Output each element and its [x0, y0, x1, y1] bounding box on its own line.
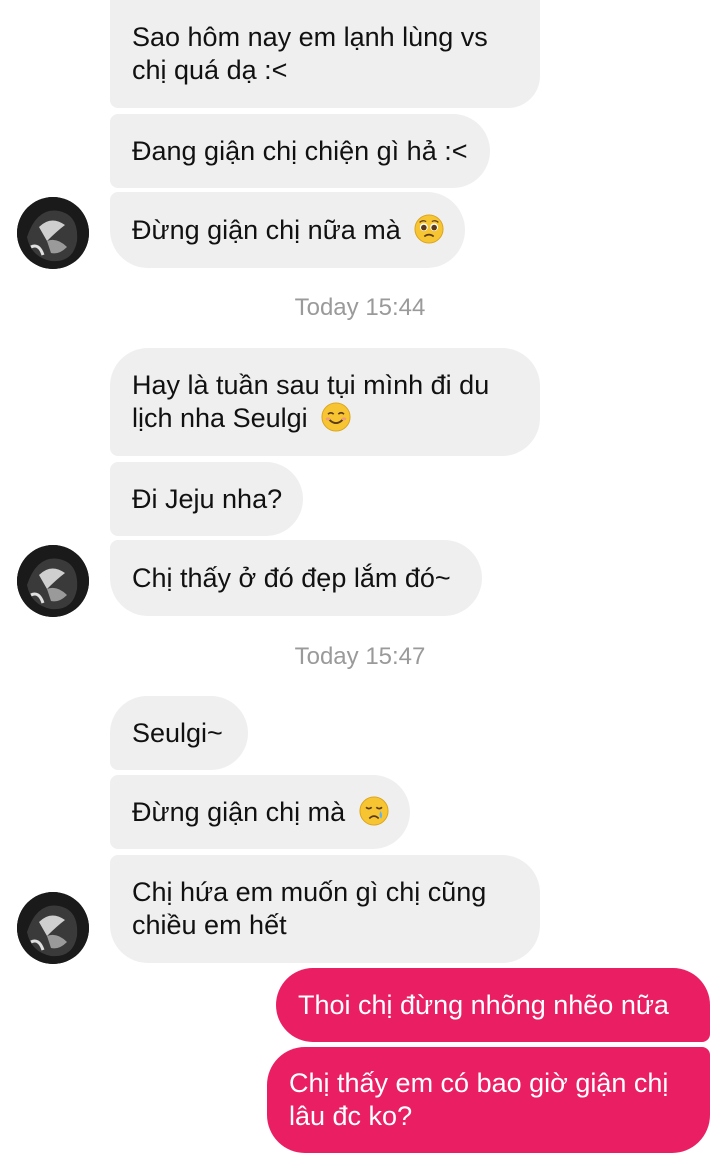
pleading-face-icon: [414, 213, 444, 244]
avatar-image: [17, 892, 89, 964]
message-text: chiều em hết: [132, 910, 287, 940]
incoming-message[interactable]: Đừng giận chị nữa mà: [110, 192, 465, 268]
avatar-image: [17, 197, 89, 269]
message-text: lịch nha Seulgi: [132, 403, 308, 433]
message-text: chị quá dạ :<: [132, 55, 288, 85]
message-text: Đang giận chị chiện gì hả :<: [132, 135, 468, 166]
message-text: Chị thấy ở đó đẹp lắm đó~: [132, 562, 451, 593]
outgoing-message[interactable]: Thoi chị đừng nhõng nhẽo nữa: [276, 968, 710, 1042]
incoming-message[interactable]: Chị hứa em muốn gì chị cũng chiều em hết: [110, 855, 540, 963]
message-text: Chị hứa em muốn gì chị cũng: [132, 877, 487, 907]
incoming-message[interactable]: Đừng giận chị mà: [110, 775, 410, 849]
crying-face-icon: [359, 795, 389, 826]
contact-avatar[interactable]: [17, 545, 89, 617]
message-text: Sao hôm nay em lạnh lùng vs: [132, 22, 488, 52]
incoming-message[interactable]: Sao hôm nay em lạnh lùng vs chị quá dạ :…: [110, 0, 540, 108]
message-text: Thoi chị đừng nhõng nhẽo nữa: [298, 989, 669, 1020]
message-text: Seulgi~: [132, 717, 223, 748]
incoming-message[interactable]: Hay là tuần sau tụi mình đi du lịch nha …: [110, 348, 540, 456]
contact-avatar[interactable]: [17, 197, 89, 269]
message-text: lâu đc ko?: [289, 1101, 413, 1131]
message-text: Đừng giận chị nữa mà: [132, 214, 401, 245]
incoming-message[interactable]: Đang giận chị chiện gì hả :<: [110, 114, 490, 188]
contact-avatar[interactable]: [17, 892, 89, 964]
avatar-image: [17, 545, 89, 617]
timestamp: Today 15:44: [294, 294, 426, 321]
message-text: Đi Jeju nha?: [132, 483, 283, 514]
timestamp: Today 15:47: [294, 643, 426, 670]
message-text: Hay là tuần sau tụi mình đi du: [132, 370, 490, 400]
incoming-message[interactable]: Seulgi~: [110, 696, 248, 770]
message-text: Chị thấy em có bao giờ giận chị: [289, 1068, 669, 1098]
incoming-message[interactable]: Đi Jeju nha?: [110, 462, 303, 536]
smiling-face-icon: [321, 402, 351, 432]
outgoing-message[interactable]: Chị thấy em có bao giờ giận chị lâu đc k…: [267, 1047, 710, 1153]
incoming-message[interactable]: Chị thấy ở đó đẹp lắm đó~: [110, 540, 482, 616]
message-text: Đừng giận chị mà: [132, 796, 346, 827]
